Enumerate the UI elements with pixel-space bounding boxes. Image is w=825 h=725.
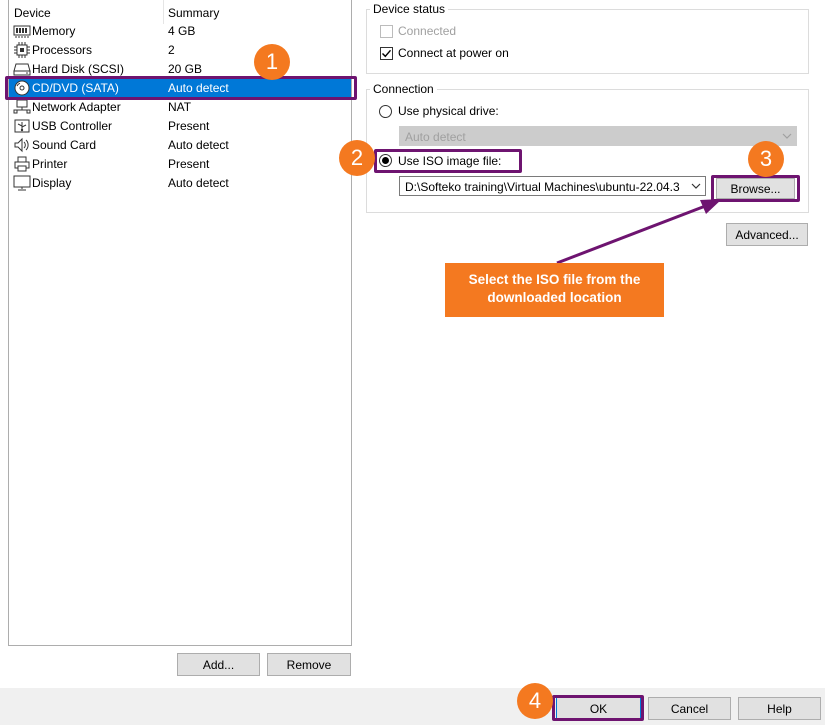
instruction-callout: Select the ISO file from the downloaded …	[445, 263, 664, 317]
annotation-arrow	[556, 199, 722, 265]
